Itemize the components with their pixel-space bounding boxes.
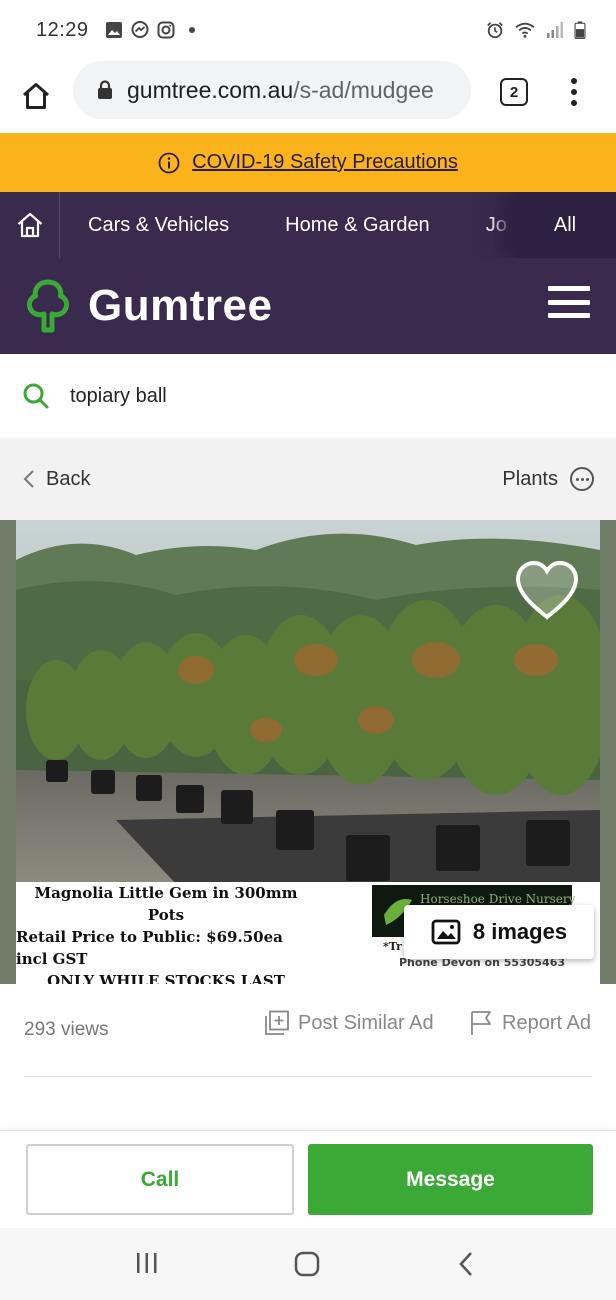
category-cars-vehicles[interactable]: Cars & Vehicles [60, 214, 257, 237]
hamburger-menu-button[interactable] [548, 286, 590, 318]
nursery-fragment: *Tr [383, 940, 402, 953]
tab-switcher-button[interactable]: 2 [500, 78, 528, 106]
home-icon [17, 212, 42, 238]
back-nav-icon[interactable] [456, 1250, 476, 1278]
category-nav: Cars & Vehicles Home & Garden Jo All [0, 192, 616, 258]
search-query[interactable]: topiary ball [70, 385, 167, 408]
listing-image-caption: Magnolia Little Gem in 300mm Pots Retail… [16, 882, 316, 984]
chevron-left-icon[interactable] [22, 469, 36, 489]
nursery-name: Horseshoe Drive Nursery [420, 892, 576, 906]
browser-home-button[interactable] [0, 60, 72, 132]
image-count-label: 8 images [472, 919, 568, 944]
url-path: /s-ad/mudgee [293, 76, 434, 103]
brand-name[interactable]: Gumtree [88, 281, 272, 331]
address-bar[interactable]: gumtree.com.au/s-ad/mudgee [73, 61, 471, 119]
listing-category[interactable]: Plants [502, 468, 558, 491]
report-ad-label: Report Ad [502, 1011, 591, 1034]
listing-nav-row: Back Plants [0, 438, 616, 520]
url-text: gumtree.com.au/s-ad/mudgee [127, 77, 434, 104]
status-bar: 12:29 [0, 0, 616, 60]
category-home-button[interactable] [0, 192, 60, 258]
divider [24, 1076, 592, 1077]
gumtree-logo-icon[interactable] [26, 279, 70, 333]
contact-action-bar: Call Message [0, 1130, 616, 1228]
category-home-garden[interactable]: Home & Garden [257, 214, 458, 237]
message-button[interactable]: Message [308, 1144, 593, 1215]
info-icon [158, 152, 180, 173]
image-icon [431, 919, 461, 945]
view-count: 293 views [24, 1019, 109, 1040]
status-icons-right [486, 21, 586, 39]
home-button-icon[interactable] [293, 1250, 321, 1278]
search-bar[interactable]: topiary ball [0, 354, 616, 438]
listing-stats: 293 views Post Similar Ad Report Ad [0, 984, 616, 1076]
dot-icon [188, 27, 195, 33]
url-domain: gumtree.com.au [127, 76, 294, 103]
favourite-heart-icon[interactable] [514, 560, 580, 622]
flag-icon [471, 1011, 491, 1035]
signal-icon [547, 22, 563, 38]
listing-image-gallery[interactable]: Magnolia Little Gem in 300mm Pots Retail… [0, 520, 616, 984]
gallery-icon [105, 22, 122, 38]
browser-toolbar: gumtree.com.au/s-ad/mudgee 2 [0, 60, 616, 132]
more-options-icon[interactable] [570, 467, 594, 491]
report-ad-button[interactable]: Report Ad [470, 1010, 591, 1036]
call-button[interactable]: Call [26, 1144, 294, 1215]
caption-line-2: Retail Price to Public: $69.50ea incl GS… [16, 928, 283, 968]
post-similar-label: Post Similar Ad [298, 1011, 434, 1034]
back-button[interactable]: Back [46, 468, 90, 491]
status-icons-left [105, 21, 201, 39]
instagram-icon [157, 21, 175, 39]
site-header: Gumtree [0, 258, 616, 354]
image-count-badge[interactable]: 8 images [404, 905, 594, 959]
lock-icon [98, 80, 112, 99]
system-navigation-bar [0, 1228, 616, 1300]
category-all-button[interactable]: All [514, 192, 616, 258]
add-copy-icon [265, 1010, 289, 1035]
battery-icon [574, 21, 586, 39]
search-icon [23, 383, 49, 409]
wifi-icon [515, 22, 535, 38]
caption-line-3: ONLY WHILE STOCKS LAST [47, 972, 285, 984]
caption-line-1: Magnolia Little Gem in 300mm Pots [34, 884, 298, 924]
home-icon [23, 83, 49, 109]
covid-safety-link[interactable]: COVID-19 Safety Precautions [192, 151, 458, 174]
alarm-icon [487, 22, 503, 39]
messenger-icon [131, 21, 149, 38]
status-time: 12:29 [36, 18, 89, 41]
browser-menu-button[interactable] [562, 74, 586, 110]
recent-apps-icon[interactable] [134, 1250, 160, 1276]
covid-banner: COVID-19 Safety Precautions [0, 133, 616, 192]
menu-icon [548, 286, 590, 291]
more-vert-icon [571, 78, 577, 84]
post-similar-ad-button[interactable]: Post Similar Ad [264, 1010, 434, 1036]
